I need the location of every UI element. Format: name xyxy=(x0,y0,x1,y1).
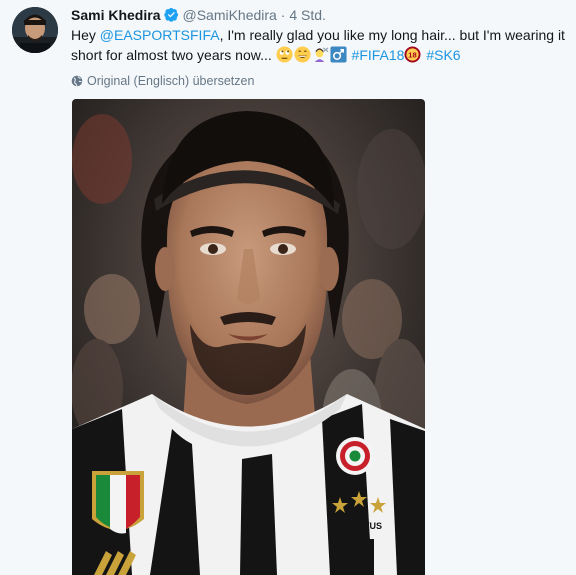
tweet-media-image[interactable]: JUVENTUS xyxy=(72,99,425,575)
author-name[interactable]: Sami Khedira xyxy=(71,7,160,23)
globe-icon xyxy=(71,75,83,87)
number-18-badge-emoji: 18 xyxy=(404,46,421,63)
verified-badge-icon xyxy=(164,7,179,22)
mention-link[interactable]: @EASPORTSFIFA xyxy=(100,27,220,43)
translate-link[interactable]: Original (Englisch) übersetzen xyxy=(71,73,566,89)
hashtag-sk6[interactable]: #SK6 xyxy=(426,47,460,63)
tweet-text-hey: Hey xyxy=(71,27,96,43)
grinning-face-emoji xyxy=(294,46,311,63)
rolling-eyes-face-emoji xyxy=(276,46,293,63)
tweet-content: Sami Khedira @SamiKhedira · 4 Std. Hey @E… xyxy=(71,6,566,89)
juventus-crest-text: JUVENTUS xyxy=(334,521,382,531)
svg-text:18: 18 xyxy=(409,50,417,59)
tweet-timestamp[interactable]: 4 Std. xyxy=(289,7,326,23)
haircut-woman-emoji xyxy=(311,46,329,63)
male-sign-emoji xyxy=(330,46,347,63)
translate-label[interactable]: Original (Englisch) übersetzen xyxy=(87,73,254,89)
tweet-header: Sami Khedira @SamiKhedira · 4 Std. xyxy=(71,6,566,24)
tweet-text: Hey @EASPORTSFIFA, I'm really glad you l… xyxy=(71,25,566,65)
header-separator: · xyxy=(280,7,286,23)
author-handle[interactable]: @SamiKhedira xyxy=(182,7,276,23)
avatar[interactable] xyxy=(12,7,58,53)
tweet: Sami Khedira @SamiKhedira · 4 Std. Hey @E… xyxy=(0,0,576,575)
hashtag-fifa18[interactable]: #FIFA18 xyxy=(352,47,405,63)
